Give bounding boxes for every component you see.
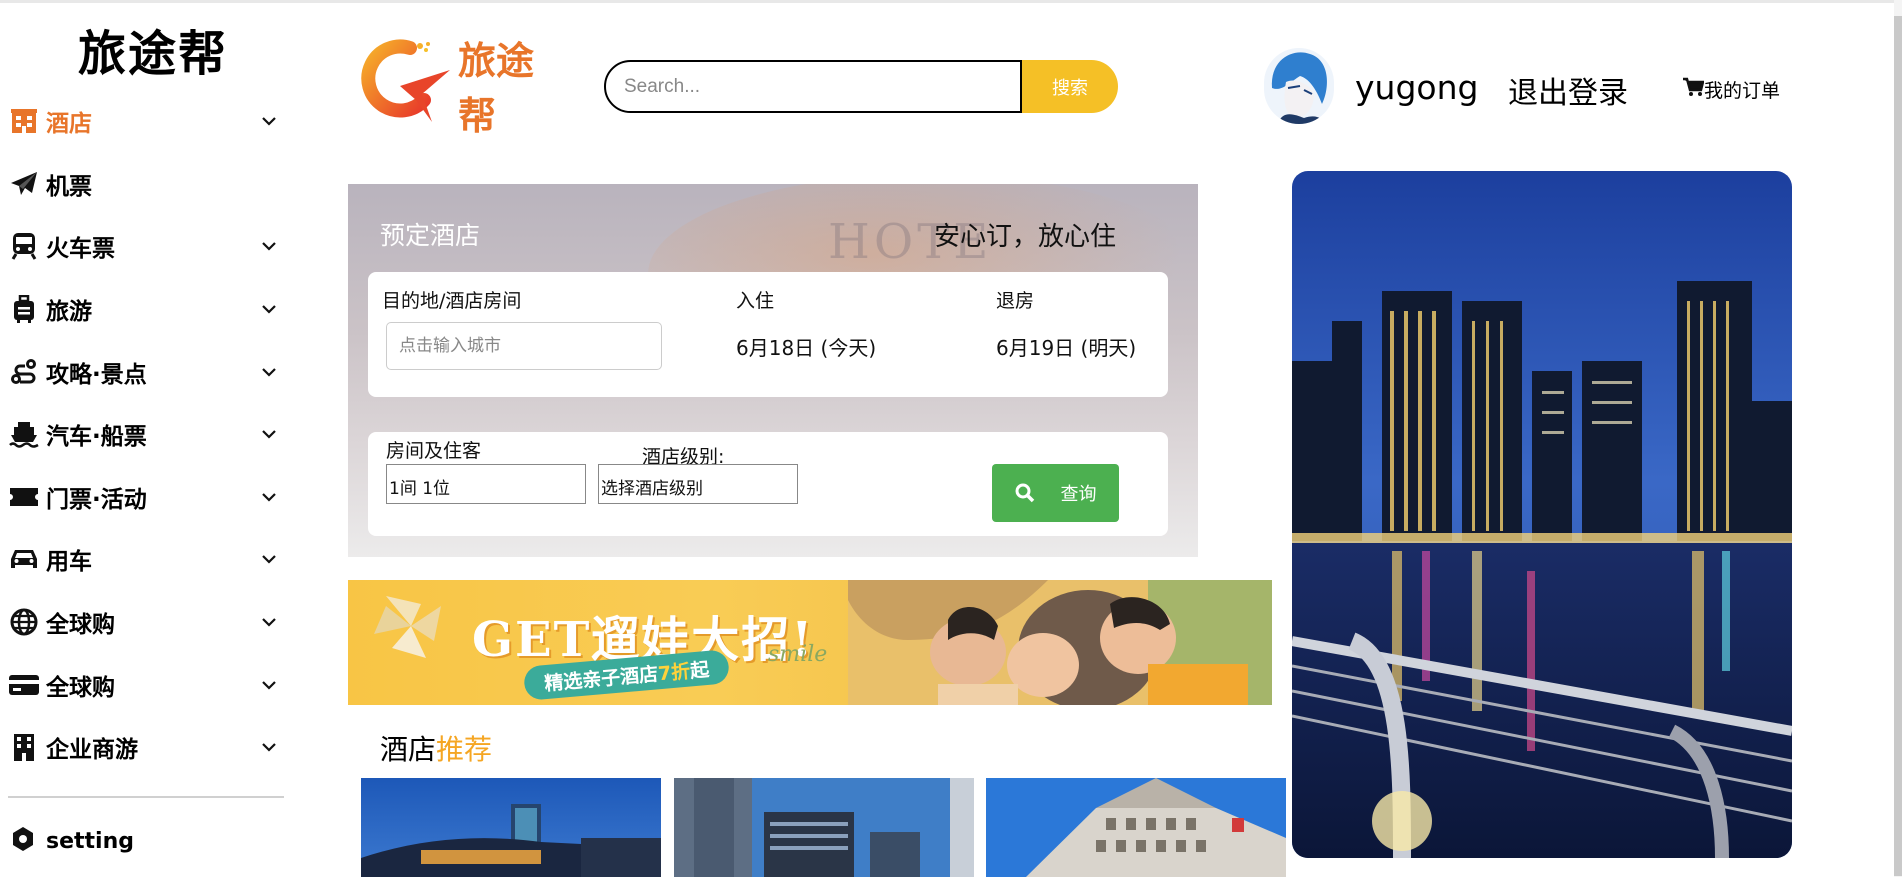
shopping-cart-icon	[1682, 77, 1705, 102]
booking-title: 预定酒店	[380, 221, 481, 250]
logo-text: 旅途帮	[458, 39, 535, 138]
query-label: 查询	[1060, 484, 1097, 505]
my-orders-label: 我的订单	[1704, 80, 1781, 102]
hotel-level-select[interactable]: 选择酒店级别	[598, 464, 798, 504]
sidebar-item-label: 全球购	[46, 612, 115, 639]
recommended-hotel-card[interactable]	[674, 778, 974, 877]
my-orders-link[interactable]: 我的订单	[1682, 76, 1780, 103]
building-icon	[8, 731, 40, 763]
site-logo[interactable]: 旅途帮	[360, 38, 570, 138]
search-icon	[1015, 483, 1034, 503]
checkout-date[interactable]: 6月19日 (明天)	[996, 332, 1136, 361]
destination-date-card: 目的地/酒店房间 入住 6月18日 (今天) 退房 6月19日 (明天)	[368, 272, 1168, 397]
chevron-down-icon[interactable]	[260, 550, 278, 568]
chevron-down-icon[interactable]	[260, 363, 278, 381]
sidebar-item-label: 机票	[46, 173, 92, 200]
sidebar-item-label: 门票·活动	[46, 486, 147, 513]
recommended-hotel-card[interactable]	[361, 778, 661, 877]
avatar[interactable]	[1264, 48, 1334, 124]
sidebar-item-label: 攻略·景点	[46, 361, 147, 388]
recommended-hotel-card[interactable]	[986, 778, 1286, 877]
paper-plane-icon	[8, 168, 40, 200]
sidebar-item-label: 用车	[46, 549, 92, 576]
logo-icon	[360, 38, 452, 132]
brand-title: 旅途帮	[78, 26, 229, 82]
sidebar-menu: 酒店 机票 火车票 旅游 攻略·景点 汽车·船票 门票·活动 用车 全球购 全球…	[0, 90, 290, 779]
city-input[interactable]	[386, 322, 662, 370]
checkin-label: 入住	[736, 290, 775, 312]
sidebar-item-global-shopping[interactable]: 全球购	[0, 591, 290, 654]
suitcase-icon	[8, 293, 40, 325]
chevron-down-icon[interactable]	[260, 300, 278, 318]
sidebar-item-flight[interactable]: 机票	[0, 153, 290, 216]
train-icon	[8, 230, 40, 262]
search-button[interactable]: 搜索	[1022, 60, 1118, 113]
city-skyline-photo	[1292, 171, 1792, 858]
sidebar-item-bus-ship[interactable]: 汽车·船票	[0, 403, 290, 466]
setting-label: setting	[46, 828, 134, 854]
sidebar-item-label: 企业商游	[46, 737, 138, 764]
query-button[interactable]: 查询	[992, 464, 1119, 522]
sidebar-item-label: 全球购	[46, 674, 115, 701]
hotel-recommend-title: 酒店推荐	[380, 733, 493, 766]
gear-icon	[10, 826, 36, 856]
route-icon	[8, 356, 40, 388]
sidebar-item-global-shopping-card[interactable]: 全球购	[0, 653, 290, 716]
ship-icon	[8, 418, 40, 450]
checkin-date[interactable]: 6月18日 (今天)	[736, 332, 876, 361]
rooms-level-card: 房间及住客 1间 1位 酒店级别: 选择酒店级别 查询	[368, 432, 1168, 536]
destination-label: 目的地/酒店房间	[382, 290, 522, 312]
sidebar: 旅途帮 酒店 机票 火车票 旅游 攻略·景点 汽车·船票 门票·活动 用车 全球…	[0, 0, 300, 877]
sidebar-item-label: 旅游	[46, 299, 92, 326]
chevron-down-icon[interactable]	[260, 613, 278, 631]
sidebar-item-setting[interactable]: setting	[10, 826, 134, 856]
promo-banner[interactable]: GET遛娃大招! 精选亲子酒店7折起 smile	[348, 580, 1272, 705]
chevron-down-icon[interactable]	[260, 112, 278, 130]
sidebar-item-car[interactable]: 用车	[0, 528, 290, 591]
hotel-booking-panel: HOTE 预定酒店 安心订，放心住 目的地/酒店房间 入住 6月18日 (今天)…	[348, 184, 1198, 557]
sidebar-item-travel[interactable]: 旅游	[0, 278, 290, 341]
sidebar-item-hotel[interactable]: 酒店	[0, 90, 290, 153]
ticket-icon	[8, 481, 40, 513]
sidebar-item-label: 汽车·船票	[46, 424, 147, 451]
rooms-guests-label: 房间及住客	[386, 440, 482, 462]
chevron-down-icon[interactable]	[260, 237, 278, 255]
booking-slogan: 安心订，放心住	[934, 222, 1117, 252]
car-icon	[8, 543, 40, 575]
banner-smile: smile	[768, 642, 828, 667]
chevron-down-icon[interactable]	[260, 738, 278, 756]
sidebar-item-label: 火车票	[46, 236, 115, 263]
logout-link[interactable]: 退出登录	[1508, 68, 1628, 112]
checkout-label: 退房	[996, 290, 1035, 312]
chevron-down-icon[interactable]	[260, 488, 278, 506]
sidebar-item-tickets[interactable]: 门票·活动	[0, 466, 290, 529]
sidebar-divider	[8, 796, 284, 798]
rooms-guests-select[interactable]: 1间 1位	[386, 464, 586, 504]
chevron-down-icon[interactable]	[260, 676, 278, 694]
credit-card-icon	[8, 669, 40, 701]
search-bar: 搜索	[604, 60, 1118, 113]
page-scrollbar[interactable]	[1894, 0, 1902, 877]
scrollbar-thumb[interactable]	[1894, 16, 1902, 876]
pinwheel-icon	[374, 596, 441, 658]
sidebar-item-business-travel[interactable]: 企业商游	[0, 716, 290, 779]
globe-icon	[8, 606, 40, 638]
chevron-down-icon[interactable]	[260, 425, 278, 443]
hotel-icon	[8, 105, 40, 137]
username[interactable]: yugong	[1355, 68, 1478, 107]
sidebar-item-train[interactable]: 火车票	[0, 215, 290, 278]
sidebar-item-label: 酒店	[46, 111, 92, 138]
banner-family-photo	[848, 580, 1272, 705]
sidebar-item-guides[interactable]: 攻略·景点	[0, 340, 290, 403]
search-input[interactable]	[604, 60, 1022, 113]
